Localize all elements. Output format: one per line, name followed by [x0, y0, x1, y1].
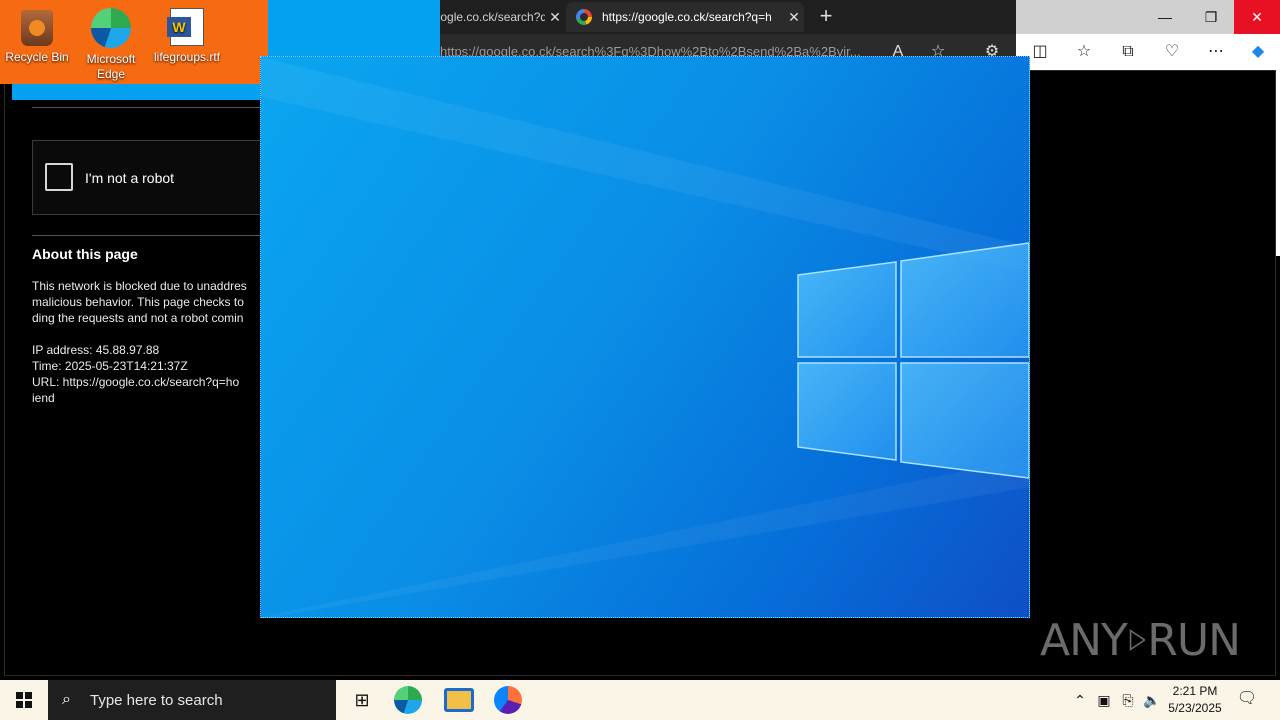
firefox-icon[interactable] — [494, 686, 522, 714]
desktop-icon-edge[interactable]: Microsoft Edge — [74, 6, 148, 82]
search-icon: ⌕ — [62, 691, 71, 708]
taskbar-search[interactable]: ⌕ Type here to search — [48, 680, 336, 720]
taskbar-edge-icon[interactable] — [394, 686, 422, 714]
about-text-line: This network is blocked due to unaddres — [32, 279, 247, 293]
clock-time: 2:21 PM — [1172, 684, 1218, 698]
time-line: Time: 2025-05-23T14:21:37Z — [32, 359, 188, 373]
close-button[interactable]: ✕ — [1234, 0, 1280, 34]
page-header-strip — [12, 84, 268, 100]
minimize-button[interactable]: — — [1142, 0, 1188, 34]
browser-essentials-icon[interactable]: ♡ — [1160, 40, 1184, 64]
tab-close-icon[interactable]: ✕ — [545, 9, 565, 26]
recycle-bin-icon — [21, 10, 53, 46]
start-button[interactable] — [0, 680, 48, 720]
windows-logo-icon — [261, 57, 1029, 617]
clock-date: 5/23/2025 — [1168, 701, 1222, 715]
edge-icon — [91, 8, 131, 48]
restore-button[interactable]: ❐ — [1188, 0, 1234, 34]
tab-title: google.co.ck/search?q=g — [427, 10, 545, 24]
url-line-continued: iend — [32, 391, 55, 405]
divider — [32, 107, 262, 108]
new-tab-button[interactable]: + — [813, 4, 839, 30]
word-document-icon — [167, 8, 204, 46]
favorites-icon[interactable]: ☆ — [1072, 40, 1096, 64]
notification-icon[interactable]: 🗨 — [1234, 688, 1260, 712]
desktop-icon-label: Recycle Bin — [5, 50, 69, 64]
tab-close-icon[interactable]: ✕ — [784, 9, 804, 26]
recaptcha-widget: I'm not a robot — [32, 140, 272, 215]
collections-icon[interactable]: ⧉ — [1116, 40, 1140, 64]
about-text-line: ding the requests and not a robot comin — [32, 311, 244, 325]
browser-tab-1[interactable]: google.co.ck/search?q=g ✕ — [427, 2, 565, 32]
window-controls: — ❐ ✕ — [1016, 0, 1280, 34]
toolbar-right-area: ◫ ☆ ⧉ ♡ ⋯ ◆ — [1016, 34, 1280, 70]
tab-title: https://google.co.ck/search?q=h — [602, 10, 772, 24]
ip-address-line: IP address: 45.88.97.88 — [32, 343, 160, 357]
split-screen-icon[interactable]: ◫ — [1028, 40, 1052, 64]
copilot-icon[interactable]: ◆ — [1246, 40, 1270, 64]
clock[interactable]: 2:21 PM 5/23/2025 — [1160, 683, 1230, 717]
desktop-icon-recycle-bin[interactable]: Recycle Bin — [0, 6, 74, 65]
desktop-icon-label: Microsoft Edge — [86, 52, 136, 81]
wallpaper-window[interactable] — [260, 56, 1030, 618]
play-icon — [1129, 629, 1146, 651]
captcha-checkbox[interactable] — [45, 163, 73, 191]
meet-now-icon[interactable]: ▣ — [1092, 692, 1116, 709]
desktop-icon-lifegroups[interactable]: lifegroups.rtf — [150, 6, 224, 65]
url-line: URL: https://google.co.ck/search?q=ho — [32, 375, 240, 389]
browser-tab-2-active[interactable]: https://google.co.ck/search?q=h ✕ — [566, 2, 804, 32]
about-title: About this page — [32, 246, 138, 262]
search-placeholder: Type here to search — [90, 691, 223, 709]
file-explorer-icon[interactable] — [444, 688, 474, 712]
task-view-icon[interactable]: ⊞ — [346, 684, 378, 716]
divider — [32, 235, 262, 236]
about-text-line: malicious behavior. This page checks to — [32, 295, 244, 309]
desktop-icon-label: lifegroups.rtf — [153, 50, 221, 64]
google-favicon-icon — [576, 9, 592, 25]
windows-start-icon — [16, 692, 32, 708]
desktop-area — [268, 0, 440, 56]
system-tray: ⌃ ▣ ⎘ 🔈 — [1068, 680, 1164, 720]
watermark-text: ANY — [1040, 614, 1128, 666]
watermark-text: RUN — [1147, 614, 1241, 666]
chevron-up-icon[interactable]: ⌃ — [1068, 692, 1092, 709]
taskbar: ⌕ Type here to search ⊞ ⌃ ▣ ⎘ 🔈 2:21 PM … — [0, 680, 1280, 720]
more-icon[interactable]: ⋯ — [1204, 40, 1228, 64]
network-icon[interactable]: ⎘ — [1116, 692, 1140, 709]
anyrun-watermark: ANY RUN — [1040, 612, 1241, 668]
captcha-label: I'm not a robot — [85, 170, 175, 186]
